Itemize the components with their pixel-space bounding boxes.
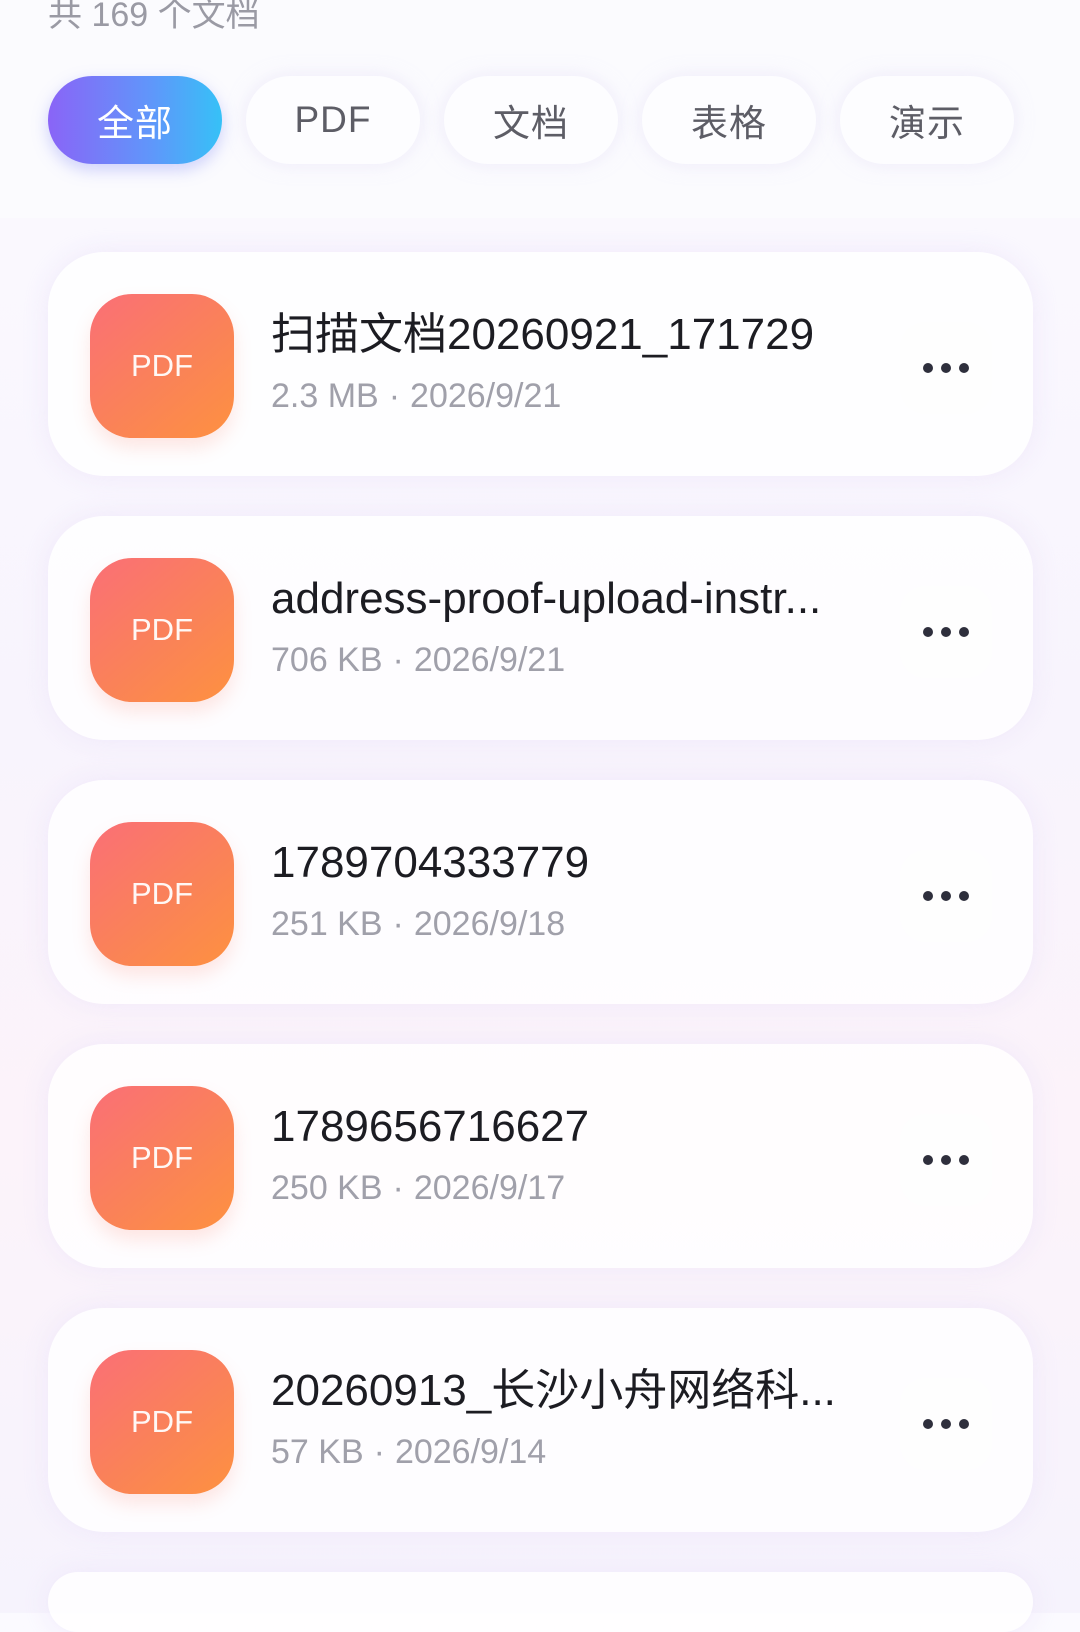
pdf-file-icon: PDF <box>90 822 234 966</box>
file-size: 57 KB <box>271 1433 364 1471</box>
file-name: 1789656716627 <box>271 1102 590 1151</box>
file-date: 2026/9/17 <box>413 1169 566 1207</box>
file-list: PDF 扫描文档20260921_171729 2.3 MB · 2026/9/21… <box>48 252 1033 1632</box>
meta-separator: · <box>388 377 401 415</box>
file-date: 2026/9/14 <box>394 1433 547 1471</box>
filter-tabs: 全部 PDF 文档 表格 演示 <box>48 76 1014 164</box>
file-date: 2026/9/21 <box>413 641 566 679</box>
header: 共 169 个文档 全部 PDF 文档 表格 演示 <box>0 0 1080 218</box>
tab-docs[interactable]: 文档 <box>444 76 618 164</box>
file-date: 2026/9/18 <box>413 905 566 943</box>
file-name: 1789704333779 <box>271 838 590 887</box>
file-size: 251 KB <box>271 905 383 943</box>
pdf-file-icon: PDF <box>90 558 234 702</box>
more-options-button[interactable] <box>900 322 992 414</box>
file-meta: 2.3 MB · 2026/9/21 <box>271 374 561 418</box>
more-horizontal-icon <box>923 363 969 373</box>
more-horizontal-icon <box>923 1419 969 1429</box>
tab-slides[interactable]: 演示 <box>840 76 1014 164</box>
tab-sheets[interactable]: 表格 <box>642 76 816 164</box>
file-date: 2026/9/21 <box>410 377 562 415</box>
pdf-file-icon: PDF <box>90 1350 234 1494</box>
file-size: 706 KB <box>271 641 383 679</box>
file-meta: 250 KB · 2026/9/17 <box>271 1166 565 1210</box>
tab-all[interactable]: 全部 <box>48 76 222 164</box>
file-card[interactable]: PDF 1789704333779 251 KB · 2026/9/18 <box>48 780 1033 1004</box>
meta-separator: · <box>392 641 404 679</box>
more-horizontal-icon <box>923 1155 969 1165</box>
file-size: 250 KB <box>271 1169 383 1207</box>
pdf-file-icon: PDF <box>90 294 234 438</box>
pdf-file-icon: PDF <box>90 1086 234 1230</box>
file-card-partial[interactable] <box>48 1572 1033 1632</box>
meta-separator: · <box>392 905 404 943</box>
tab-pdf[interactable]: PDF <box>246 76 420 164</box>
file-card[interactable]: PDF address-proof-upload-instr... 706 KB… <box>48 516 1033 740</box>
meta-separator: · <box>373 1433 385 1471</box>
file-name: address-proof-upload-instr... <box>271 574 822 623</box>
meta-separator: · <box>392 1169 404 1207</box>
file-size: 2.3 MB <box>271 377 379 415</box>
more-horizontal-icon <box>923 891 969 901</box>
file-meta: 706 KB · 2026/9/21 <box>271 638 565 682</box>
more-options-button[interactable] <box>900 1114 992 1206</box>
more-options-button[interactable] <box>900 586 992 678</box>
file-card[interactable]: PDF 20260913_长沙小舟网络科... 57 KB · 2026/9/14 <box>48 1308 1033 1532</box>
file-card[interactable]: PDF 1789656716627 250 KB · 2026/9/17 <box>48 1044 1033 1268</box>
file-name: 扫描文档20260921_171729 <box>271 310 815 359</box>
more-options-button[interactable] <box>900 1378 992 1470</box>
document-count: 共 169 个文档 <box>48 0 260 34</box>
more-horizontal-icon <box>923 627 969 637</box>
file-card[interactable]: PDF 扫描文档20260921_171729 2.3 MB · 2026/9/21 <box>48 252 1033 476</box>
file-meta: 57 KB · 2026/9/14 <box>271 1430 546 1474</box>
more-options-button[interactable] <box>900 850 992 942</box>
file-meta: 251 KB · 2026/9/18 <box>271 902 565 946</box>
file-name: 20260913_长沙小舟网络科... <box>271 1366 836 1415</box>
